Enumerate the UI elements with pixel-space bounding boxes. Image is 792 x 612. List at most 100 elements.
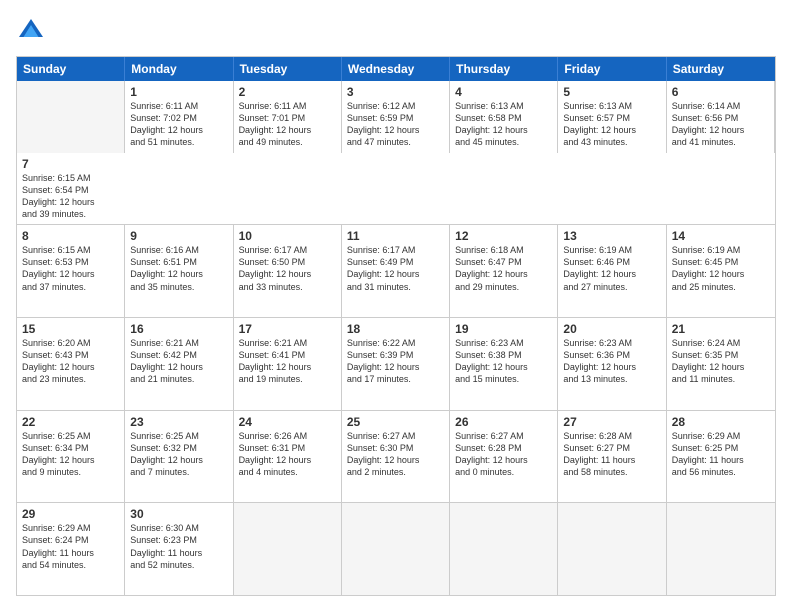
day-number: 15 [22, 322, 119, 336]
day-number: 11 [347, 229, 444, 243]
cell-line: and 13 minutes. [563, 373, 660, 385]
cell-line: Sunrise: 6:13 AM [563, 100, 660, 112]
cell-line: Sunset: 6:27 PM [563, 442, 660, 454]
cell-line: and 4 minutes. [239, 466, 336, 478]
day-number: 30 [130, 507, 227, 521]
cell-line: Daylight: 12 hours [130, 124, 227, 136]
cell-line: Sunrise: 6:29 AM [22, 522, 119, 534]
cell-line: Sunset: 7:02 PM [130, 112, 227, 124]
cal-cell-12: 12Sunrise: 6:18 AMSunset: 6:47 PMDayligh… [450, 225, 558, 317]
cell-line: Daylight: 12 hours [455, 124, 552, 136]
cal-cell-20: 20Sunrise: 6:23 AMSunset: 6:36 PMDayligh… [558, 318, 666, 410]
cal-cell-23: 23Sunrise: 6:25 AMSunset: 6:32 PMDayligh… [125, 411, 233, 503]
cell-line: Sunset: 6:43 PM [22, 349, 119, 361]
header-day-monday: Monday [125, 57, 233, 81]
cell-line: Sunrise: 6:11 AM [130, 100, 227, 112]
cell-line: and 45 minutes. [455, 136, 552, 148]
cell-line: Daylight: 12 hours [563, 268, 660, 280]
cal-cell-empty [342, 503, 450, 595]
cell-line: and 7 minutes. [130, 466, 227, 478]
cell-line: Daylight: 12 hours [239, 268, 336, 280]
day-number: 23 [130, 415, 227, 429]
cal-cell-28: 28Sunrise: 6:29 AMSunset: 6:25 PMDayligh… [667, 411, 775, 503]
cell-line: and 49 minutes. [239, 136, 336, 148]
cal-cell-26: 26Sunrise: 6:27 AMSunset: 6:28 PMDayligh… [450, 411, 558, 503]
cell-line: Sunrise: 6:19 AM [563, 244, 660, 256]
header-day-wednesday: Wednesday [342, 57, 450, 81]
cell-line: and 25 minutes. [672, 281, 770, 293]
cal-cell-29: 29Sunrise: 6:29 AMSunset: 6:24 PMDayligh… [17, 503, 125, 595]
cell-line: and 33 minutes. [239, 281, 336, 293]
cell-line: Sunrise: 6:23 AM [563, 337, 660, 349]
day-number: 2 [239, 85, 336, 99]
cal-cell-19: 19Sunrise: 6:23 AMSunset: 6:38 PMDayligh… [450, 318, 558, 410]
cal-row-3: 22Sunrise: 6:25 AMSunset: 6:34 PMDayligh… [17, 411, 775, 504]
day-number: 21 [672, 322, 770, 336]
day-number: 9 [130, 229, 227, 243]
cal-cell-6: 6Sunrise: 6:14 AMSunset: 6:56 PMDaylight… [667, 81, 775, 153]
cell-line: Sunrise: 6:27 AM [455, 430, 552, 442]
cell-line: Sunset: 6:39 PM [347, 349, 444, 361]
day-number: 28 [672, 415, 770, 429]
cell-line: Sunrise: 6:20 AM [22, 337, 119, 349]
cal-cell-1: 1Sunrise: 6:11 AMSunset: 7:02 PMDaylight… [125, 81, 233, 153]
cell-line: Sunrise: 6:24 AM [672, 337, 770, 349]
cal-cell-21: 21Sunrise: 6:24 AMSunset: 6:35 PMDayligh… [667, 318, 775, 410]
cell-line: Sunset: 6:35 PM [672, 349, 770, 361]
cell-line: and 37 minutes. [22, 281, 119, 293]
day-number: 8 [22, 229, 119, 243]
cell-line: Sunset: 6:34 PM [22, 442, 119, 454]
cal-cell-2: 2Sunrise: 6:11 AMSunset: 7:01 PMDaylight… [234, 81, 342, 153]
day-number: 1 [130, 85, 227, 99]
cell-line: Daylight: 12 hours [563, 361, 660, 373]
day-number: 5 [563, 85, 660, 99]
cell-line: Sunset: 7:01 PM [239, 112, 336, 124]
cell-line: Sunrise: 6:23 AM [455, 337, 552, 349]
cell-line: Sunset: 6:30 PM [347, 442, 444, 454]
day-number: 19 [455, 322, 552, 336]
cell-line: and 58 minutes. [563, 466, 660, 478]
cell-line: Sunrise: 6:22 AM [347, 337, 444, 349]
cell-line: and 0 minutes. [455, 466, 552, 478]
day-number: 26 [455, 415, 552, 429]
page: SundayMondayTuesdayWednesdayThursdayFrid… [0, 0, 792, 612]
cell-line: and 54 minutes. [22, 559, 119, 571]
cell-line: Daylight: 12 hours [239, 124, 336, 136]
cell-line: Daylight: 12 hours [672, 268, 770, 280]
cell-line: and 2 minutes. [347, 466, 444, 478]
cell-line: Daylight: 12 hours [455, 454, 552, 466]
cell-line: Sunset: 6:56 PM [672, 112, 769, 124]
cell-line: Sunset: 6:31 PM [239, 442, 336, 454]
cell-line: Sunrise: 6:28 AM [563, 430, 660, 442]
cell-line: Daylight: 11 hours [672, 454, 770, 466]
day-number: 10 [239, 229, 336, 243]
cal-cell-empty [234, 503, 342, 595]
cell-line: Sunset: 6:49 PM [347, 256, 444, 268]
cell-line: Sunrise: 6:14 AM [672, 100, 769, 112]
day-number: 3 [347, 85, 444, 99]
cell-line: and 47 minutes. [347, 136, 444, 148]
cell-line: Sunrise: 6:15 AM [22, 244, 119, 256]
cell-line: Daylight: 12 hours [347, 124, 444, 136]
calendar: SundayMondayTuesdayWednesdayThursdayFrid… [16, 56, 776, 596]
cell-line: Sunset: 6:58 PM [455, 112, 552, 124]
cell-line: Sunset: 6:46 PM [563, 256, 660, 268]
header-day-friday: Friday [558, 57, 666, 81]
cal-cell-15: 15Sunrise: 6:20 AMSunset: 6:43 PMDayligh… [17, 318, 125, 410]
cell-line: Daylight: 12 hours [130, 268, 227, 280]
cell-line: Sunset: 6:42 PM [130, 349, 227, 361]
day-number: 25 [347, 415, 444, 429]
cell-line: Sunset: 6:54 PM [22, 184, 120, 196]
day-number: 13 [563, 229, 660, 243]
logo [16, 16, 50, 46]
cal-cell-11: 11Sunrise: 6:17 AMSunset: 6:49 PMDayligh… [342, 225, 450, 317]
header-day-sunday: Sunday [17, 57, 125, 81]
cell-line: Daylight: 12 hours [347, 268, 444, 280]
cal-cell-16: 16Sunrise: 6:21 AMSunset: 6:42 PMDayligh… [125, 318, 233, 410]
cell-line: Sunrise: 6:17 AM [239, 244, 336, 256]
day-number: 12 [455, 229, 552, 243]
cell-line: and 11 minutes. [672, 373, 770, 385]
cell-line: and 51 minutes. [130, 136, 227, 148]
cell-line: and 39 minutes. [22, 208, 120, 220]
cell-line: Daylight: 12 hours [22, 268, 119, 280]
